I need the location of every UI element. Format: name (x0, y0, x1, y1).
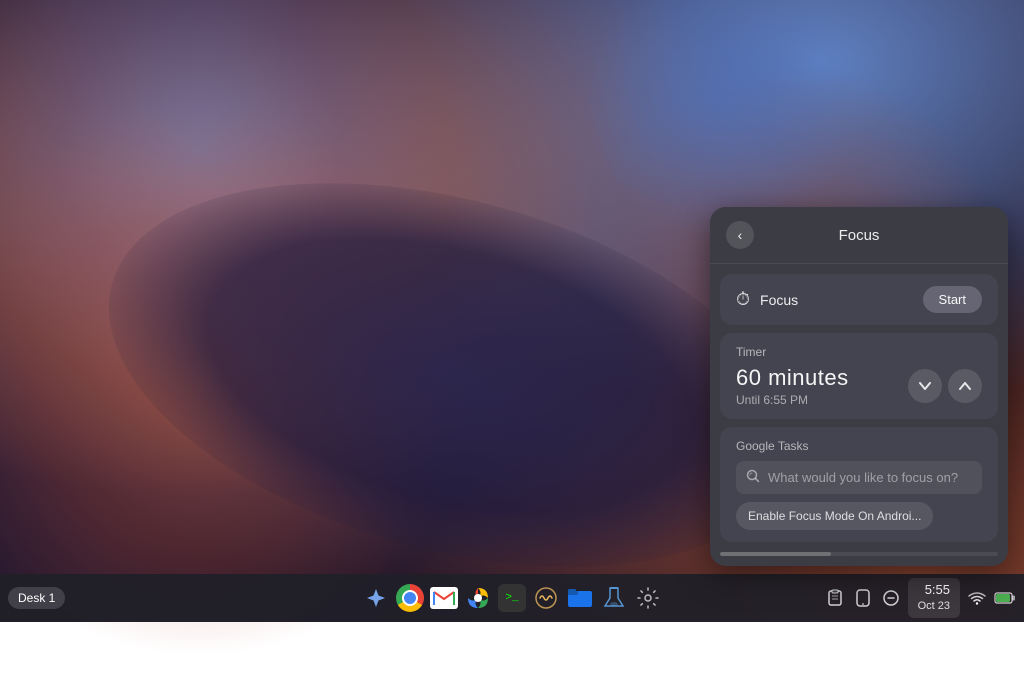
tasks-section: Google Tasks What would you like to focu… (720, 427, 998, 542)
lab-icon[interactable] (598, 582, 630, 614)
timer-section: Timer 60 minutes Until 6:55 PM (720, 333, 998, 419)
panel-title: Focus (754, 227, 964, 244)
focus-panel: ‹ Focus ⏱ Focus Start Timer 60 minutes U… (710, 207, 1008, 566)
focus-mode-icon: ⏱ (736, 289, 750, 310)
battery-icon[interactable] (994, 587, 1016, 609)
scroll-indicator (720, 552, 998, 556)
start-button[interactable]: Start (923, 286, 982, 313)
taskbar-right: 5:55 Oct 23 (824, 578, 1016, 617)
audio-icon[interactable] (530, 582, 562, 614)
tasks-placeholder: What would you like to focus on? (768, 470, 958, 485)
files-icon[interactable] (564, 582, 596, 614)
terminal-icon[interactable]: >_ (496, 582, 528, 614)
taskbar-center: >_ (360, 582, 664, 614)
focus-row: ⏱ Focus Start (720, 274, 998, 325)
timer-decrease-button[interactable] (908, 369, 942, 403)
tasks-label: Google Tasks (736, 439, 982, 453)
time-date-display[interactable]: 5:55 Oct 23 (908, 578, 960, 617)
panel-header: ‹ Focus (710, 207, 1008, 264)
timer-controls (908, 369, 982, 403)
date-text: Oct 23 (918, 599, 950, 613)
desk-label[interactable]: Desk 1 (8, 587, 65, 609)
settings-icon[interactable] (632, 582, 664, 614)
clipboard-icon[interactable] (824, 587, 846, 609)
timer-increase-button[interactable] (948, 369, 982, 403)
tasks-input-row[interactable]: What would you like to focus on? (736, 461, 982, 494)
photos-icon[interactable] (462, 582, 494, 614)
timer-row: 60 minutes Until 6:55 PM (736, 365, 982, 407)
chrome-icon[interactable] (394, 582, 426, 614)
timer-until: Until 6:55 PM (736, 393, 908, 407)
tasks-search-icon (746, 469, 760, 486)
gmail-icon[interactable] (428, 582, 460, 614)
launcher-icon[interactable] (360, 582, 392, 614)
dnd-icon[interactable] (880, 587, 902, 609)
scroll-bar (720, 552, 831, 556)
enable-focus-mode-button[interactable]: Enable Focus Mode On Androi... (736, 502, 933, 530)
timer-value: 60 minutes (736, 365, 908, 391)
taskbar-left: Desk 1 (8, 587, 65, 609)
timer-label: Timer (736, 345, 982, 359)
time-text: 5:55 (925, 582, 950, 599)
phone-icon[interactable] (852, 587, 874, 609)
timer-info: 60 minutes Until 6:55 PM (736, 365, 908, 407)
taskbar: Desk 1 (0, 574, 1024, 622)
back-button[interactable]: ‹ (726, 221, 754, 249)
wifi-icon[interactable] (966, 587, 988, 609)
focus-row-label: Focus (760, 292, 922, 308)
